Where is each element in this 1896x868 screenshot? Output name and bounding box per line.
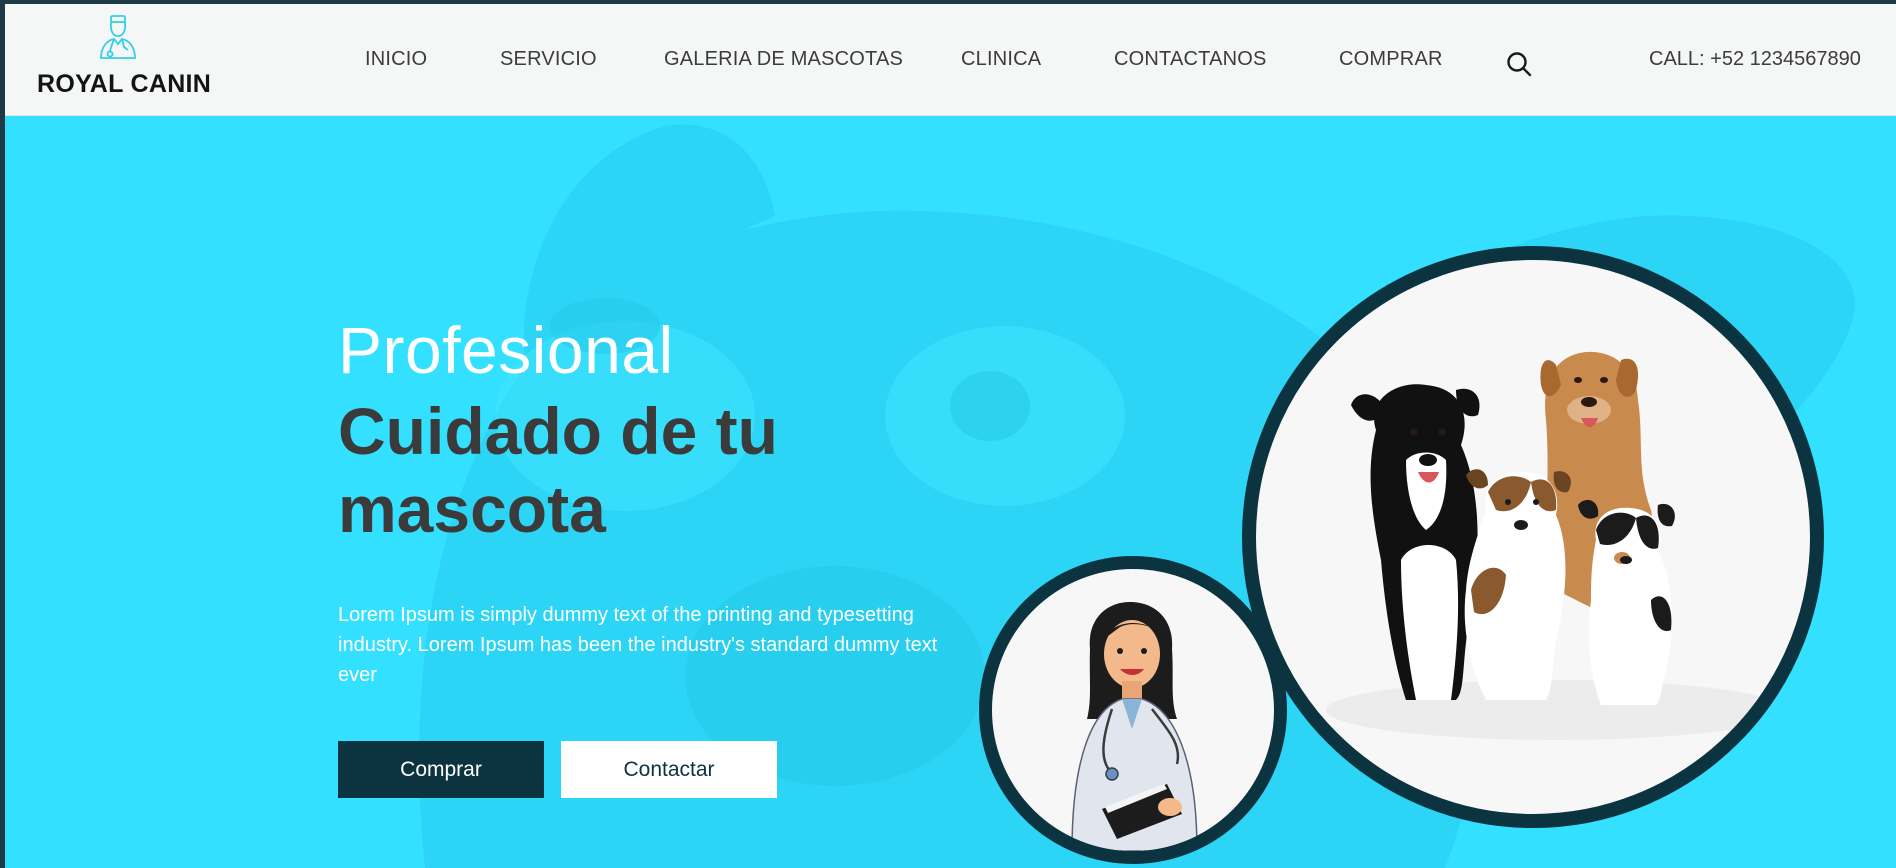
header: ROYAL CANIN INICIO SERVICIO GALERIA DE M… bbox=[5, 4, 1896, 116]
page: ROYAL CANIN INICIO SERVICIO GALERIA DE M… bbox=[5, 4, 1896, 868]
hero-section: Profesional Cuidado de tu mascota Lorem … bbox=[5, 116, 1896, 868]
dogs-image-circle bbox=[1242, 246, 1824, 828]
hero-title-bold: Cuidado de tu mascota bbox=[338, 394, 778, 546]
main-nav: INICIO SERVICIO GALERIA DE MASCOTAS CLIN… bbox=[5, 48, 1896, 78]
comprar-button[interactable]: Comprar bbox=[338, 741, 544, 798]
hero-title-light: Profesional bbox=[338, 313, 674, 387]
nav-item-galeria[interactable]: GALERIA DE MASCOTAS bbox=[664, 48, 903, 71]
hero-description: Lorem Ipsum is simply dummy text of the … bbox=[338, 604, 938, 686]
dogs-illustration bbox=[1326, 351, 1786, 740]
veterinarian-image-circle bbox=[979, 556, 1287, 864]
veterinarian-illustration bbox=[1071, 601, 1198, 851]
search-icon[interactable] bbox=[1505, 50, 1533, 78]
nav-item-inicio[interactable]: INICIO bbox=[365, 48, 427, 71]
nav-item-comprar[interactable]: COMPRAR bbox=[1339, 48, 1443, 71]
nav-item-clinica[interactable]: CLINICA bbox=[961, 48, 1041, 71]
call-phone-number[interactable]: CALL: +52 1234567890 bbox=[1649, 48, 1861, 71]
contactar-button[interactable]: Contactar bbox=[561, 741, 777, 798]
nav-item-contactanos[interactable]: CONTACTANOS bbox=[1114, 48, 1267, 71]
nav-item-servicio[interactable]: SERVICIO bbox=[500, 48, 597, 71]
